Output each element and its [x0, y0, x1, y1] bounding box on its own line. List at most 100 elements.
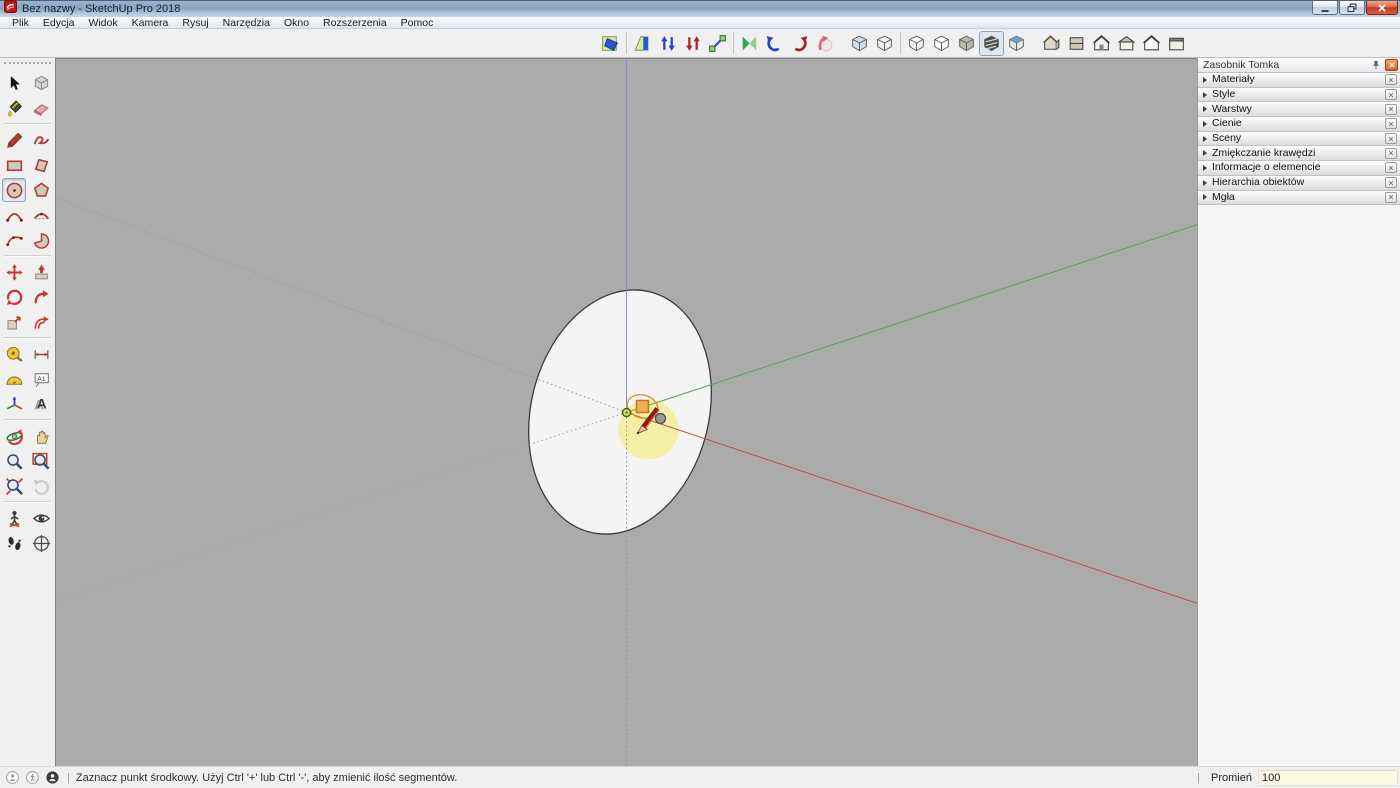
rotated-rectangle-tool-button[interactable] [29, 153, 53, 177]
walk-tool-button[interactable] [2, 531, 26, 555]
tray-panel-bar-3[interactable]: Cienie [1198, 117, 1400, 132]
look-around-tool-button[interactable] [29, 506, 53, 530]
face-style-back-edges-button[interactable] [904, 31, 929, 56]
face-style-monochrome-button[interactable] [1004, 31, 1029, 56]
expand-arrow-icon[interactable] [1203, 92, 1207, 98]
select-tool-button[interactable] [2, 71, 26, 95]
panel-close-button[interactable] [1385, 148, 1397, 159]
smoove-button[interactable] [655, 31, 680, 56]
view-top-button[interactable] [1064, 31, 1089, 56]
view-back-button[interactable] [1139, 31, 1164, 56]
expand-arrow-icon[interactable] [1203, 121, 1207, 127]
redo-curve-button[interactable] [787, 31, 812, 56]
expand-arrow-icon[interactable] [1203, 77, 1207, 83]
rotated-protractor-button[interactable] [812, 31, 837, 56]
dimension-tool-button[interactable] [29, 342, 53, 366]
geolocation-button[interactable] [4, 769, 21, 786]
tray-close-button[interactable] [1385, 59, 1398, 71]
menu-item-8[interactable]: Pomoc [394, 17, 441, 29]
tray-panel-bar-7[interactable]: Hierarchia obiektów [1198, 176, 1400, 191]
view-iso-button[interactable] [1039, 31, 1064, 56]
move-tool-button[interactable] [2, 260, 26, 284]
menu-item-2[interactable]: Widok [81, 17, 124, 29]
paint-bucket-tool-button[interactable] [2, 96, 26, 120]
menu-item-7[interactable]: Rozszerzenia [316, 17, 394, 29]
arc-tool-button[interactable] [2, 203, 26, 227]
make-component-tool-button[interactable] [29, 71, 53, 95]
drawn-circle-face[interactable] [504, 270, 737, 553]
polygon-tool-button[interactable] [29, 178, 53, 202]
menu-item-0[interactable]: Plik [5, 17, 36, 29]
expand-arrow-icon[interactable] [1203, 165, 1207, 171]
two-point-arc-tool-button[interactable] [29, 203, 53, 227]
panel-close-button[interactable] [1385, 133, 1397, 144]
zoom-window-tool-button[interactable] [29, 449, 53, 473]
stamp-detail-button[interactable] [705, 31, 730, 56]
text-tool-button[interactable]: A1 [29, 367, 53, 391]
view-right-button[interactable] [1114, 31, 1139, 56]
tape-measure-tool-button[interactable] [2, 342, 26, 366]
protractor-tool-button[interactable] [2, 367, 26, 391]
tray-panel-bar-5[interactable]: Zmiękczanie krawędzi [1198, 146, 1400, 161]
pie-tool-button[interactable] [29, 228, 53, 252]
axes-tool-button[interactable] [2, 392, 26, 416]
three-point-arc-tool-button[interactable] [2, 228, 26, 252]
close-button[interactable] [1366, 1, 1398, 15]
orbit-tool-button[interactable] [2, 424, 26, 448]
push-pull-tool-button[interactable] [29, 260, 53, 284]
line-tool-button[interactable] [2, 128, 26, 152]
undo-curve-button[interactable] [762, 31, 787, 56]
face-style-shaded-textures-button[interactable] [979, 31, 1004, 56]
restore-button[interactable] [1339, 1, 1365, 15]
panel-close-button[interactable] [1385, 162, 1397, 173]
drawing-viewport[interactable] [56, 59, 1197, 766]
panel-close-button[interactable] [1385, 104, 1397, 115]
view-left-button[interactable] [1164, 31, 1189, 56]
expand-arrow-icon[interactable] [1203, 106, 1207, 112]
eraser-tool-button[interactable] [29, 96, 53, 120]
follow-me-tool-button[interactable] [29, 285, 53, 309]
modeling-canvas[interactable] [55, 58, 1197, 766]
tray-panel-bar-0[interactable]: Materiały [1198, 73, 1400, 88]
zoom-tool-button[interactable] [2, 449, 26, 473]
claim-credit-button[interactable] [24, 769, 41, 786]
scale-tool-button[interactable] [2, 310, 26, 334]
menu-item-4[interactable]: Rysuj [175, 17, 215, 29]
three-d-text-tool-button[interactable]: AA [29, 392, 53, 416]
flip-edge-button[interactable] [737, 31, 762, 56]
position-camera-tool-button[interactable] [2, 506, 26, 530]
palette-grip-handle[interactable] [4, 62, 51, 67]
tray-pin-button[interactable] [1369, 59, 1382, 71]
section-plane-tool-button[interactable] [29, 531, 53, 555]
panel-close-button[interactable] [1385, 89, 1397, 100]
freehand-tool-button[interactable] [29, 128, 53, 152]
face-style-shaded-button[interactable] [954, 31, 979, 56]
face-style-wireframe-button[interactable] [872, 31, 897, 56]
circle-tool-button[interactable] [2, 178, 26, 202]
expand-arrow-icon[interactable] [1203, 136, 1207, 142]
drape-button[interactable] [680, 31, 705, 56]
zoom-extents-tool-button[interactable] [2, 474, 26, 498]
tray-panel-bar-2[interactable]: Warstwy [1198, 102, 1400, 117]
panel-close-button[interactable] [1385, 177, 1397, 188]
rectangle-tool-button[interactable] [2, 153, 26, 177]
menu-item-3[interactable]: Kamera [125, 17, 176, 29]
minimize-button[interactable] [1312, 1, 1338, 15]
terrain-from-contours-button[interactable] [598, 31, 623, 56]
pan-tool-button[interactable] [29, 424, 53, 448]
tray-panel-bar-6[interactable]: Informacje o elemencie [1198, 161, 1400, 176]
expand-arrow-icon[interactable] [1203, 180, 1207, 186]
tray-panel-bar-1[interactable]: Style [1198, 88, 1400, 103]
menu-item-1[interactable]: Edycja [36, 17, 82, 29]
radius-input[interactable] [1258, 770, 1398, 786]
tray-panel-bar-4[interactable]: Sceny [1198, 132, 1400, 147]
face-style-hidden-line-button[interactable] [929, 31, 954, 56]
view-front-button[interactable] [1089, 31, 1114, 56]
terrain-from-scratch-button[interactable] [630, 31, 655, 56]
menu-item-5[interactable]: Narzędzia [216, 17, 277, 29]
panel-close-button[interactable] [1385, 74, 1397, 85]
face-style-xray-button[interactable] [847, 31, 872, 56]
sign-in-button[interactable] [44, 769, 61, 786]
panel-close-button[interactable] [1385, 118, 1397, 129]
expand-arrow-icon[interactable] [1203, 150, 1207, 156]
